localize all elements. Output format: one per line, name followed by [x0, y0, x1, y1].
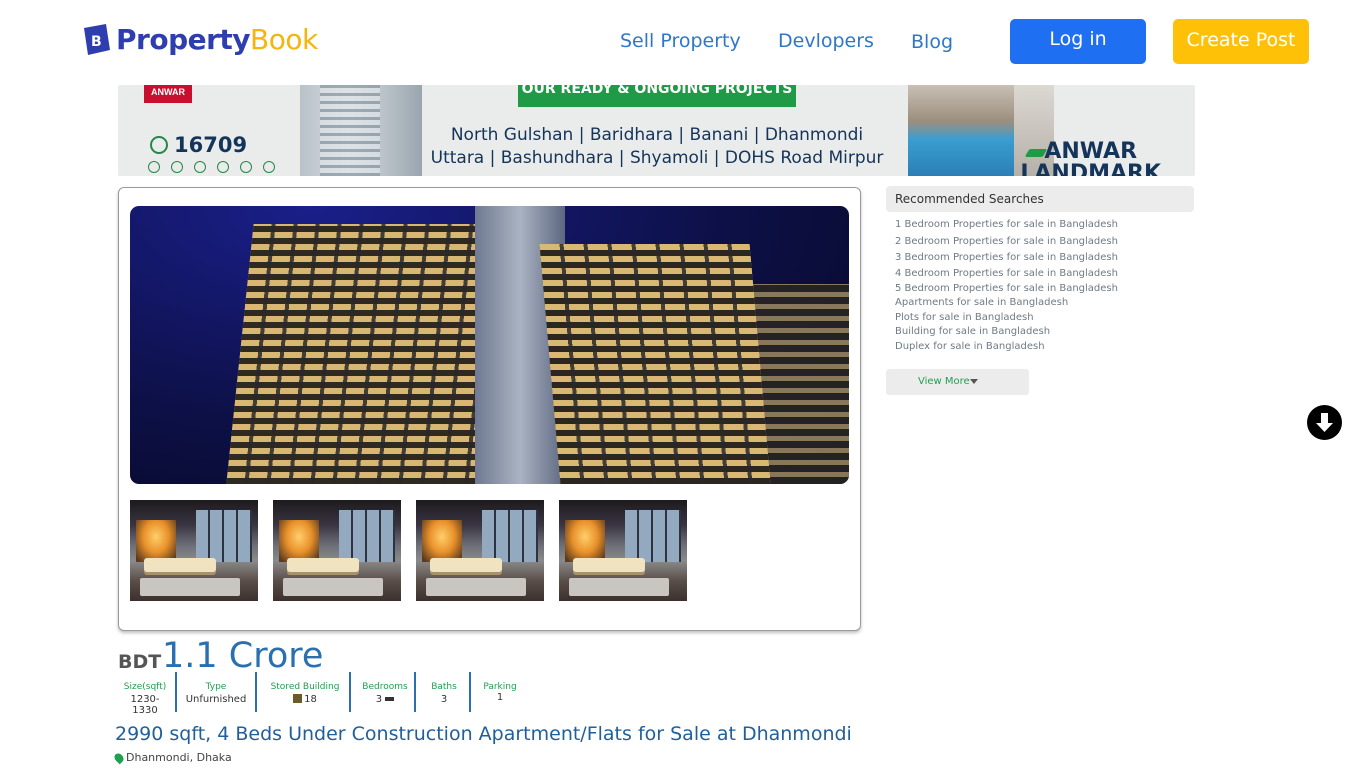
bed-icon [385, 697, 395, 701]
spec-stored-building: Stored Building 18 [270, 682, 340, 705]
listing-title: 2990 sqft, 4 Beds Under Construction Apa… [115, 723, 852, 745]
banner-line-1: North Gulshan | Baridhara | Banani | Dha… [450, 125, 864, 145]
spec-type: Type Unfurnished [185, 682, 247, 705]
view-more-button[interactable]: View More [886, 369, 1029, 395]
spec-divider [255, 672, 257, 712]
youtube-icon [263, 161, 275, 173]
spec-baths: Baths 3 [431, 682, 457, 705]
spec-divider [349, 672, 351, 712]
logo-text: PropertyBook [116, 22, 318, 56]
banner-pool-image [908, 85, 1014, 176]
spec-divider [469, 672, 471, 712]
svg-text:B: B [91, 34, 102, 50]
spec-divider [414, 672, 416, 712]
banner-social-icons [148, 161, 275, 173]
thumbnail-image[interactable] [559, 500, 687, 601]
recommended-search-link[interactable]: Apartments for sale in Bangladesh [895, 297, 1118, 308]
recommended-search-link[interactable]: Building for sale in Bangladesh [895, 326, 1118, 337]
recommended-search-link[interactable]: 3 Bedroom Properties for sale in Banglad… [895, 252, 1118, 263]
banner-line-2: Uttara | Bashundhara | Shyamoli | DOHS R… [430, 148, 884, 168]
recommended-search-link[interactable]: 2 Bedroom Properties for sale in Banglad… [895, 236, 1118, 247]
location-pin-icon [112, 751, 126, 764]
phone-icon [150, 136, 168, 154]
thumbnail-image[interactable] [130, 500, 258, 601]
whatsapp-icon [148, 161, 160, 173]
spec-size: Size(sqft) 1230-1330 [123, 682, 167, 716]
building-icon [293, 694, 303, 703]
banner-brand-name: ANWAR LANDMARK [1020, 139, 1161, 177]
recommended-search-link[interactable]: 4 Bedroom Properties for sale in Banglad… [895, 268, 1118, 279]
spec-divider [175, 672, 177, 712]
spec-parking: Parking 1 [483, 682, 517, 703]
banner-building-image [300, 85, 422, 176]
property-gallery [118, 187, 861, 631]
recommended-search-link[interactable]: Plots for sale in Bangladesh [895, 312, 1118, 323]
recommended-searches-list: 1 Bedroom Properties for sale in Banglad… [895, 219, 1118, 352]
spec-bedrooms: Bedrooms 3 [362, 682, 408, 705]
price-currency: BDT [118, 651, 162, 673]
recommended-searches-heading: Recommended Searches [886, 186, 1194, 212]
nav-sell-property[interactable]: Sell Property [620, 30, 741, 52]
nav-blog[interactable]: Blog [911, 31, 953, 53]
thumbnail-strip [130, 500, 687, 601]
recommended-search-link[interactable]: 1 Bedroom Properties for sale in Banglad… [895, 219, 1118, 230]
thumbnail-image[interactable] [273, 500, 401, 601]
nav-developers[interactable]: Devlopers [778, 30, 874, 52]
arrow-down-circle-icon[interactable] [1307, 405, 1342, 440]
recommended-search-link[interactable]: Duplex for sale in Bangladesh [895, 341, 1118, 352]
listing-location: Dhanmondi, Dhaka [112, 751, 232, 764]
banner-brand-badge: ANWAR [144, 85, 192, 103]
thumbnail-image[interactable] [416, 500, 544, 601]
site-logo[interactable]: B PropertyBook [80, 22, 318, 56]
banner-heading: OUR READY & ONGOING PROJECTS [518, 85, 796, 107]
linkedin-icon [240, 161, 252, 173]
caret-down-icon [969, 378, 978, 384]
image-building-right [539, 244, 771, 484]
price-value: 1.1 Crore [162, 636, 324, 676]
main-property-image[interactable] [130, 206, 849, 484]
ad-banner[interactable]: ANWAR 16709 OUR READY & ONGOING PROJECTS… [118, 85, 1195, 176]
banner-phone: 16709 [150, 133, 247, 157]
logo-mark-icon: B [80, 22, 112, 56]
image-building-left [226, 224, 504, 484]
instagram-icon [217, 161, 229, 173]
twitter-icon [194, 161, 206, 173]
facebook-icon [171, 161, 183, 173]
recommended-search-link[interactable]: 5 Bedroom Properties for sale in Banglad… [895, 283, 1118, 294]
login-button[interactable]: Log in [1010, 19, 1146, 64]
create-post-button[interactable]: Create Post [1173, 19, 1309, 64]
